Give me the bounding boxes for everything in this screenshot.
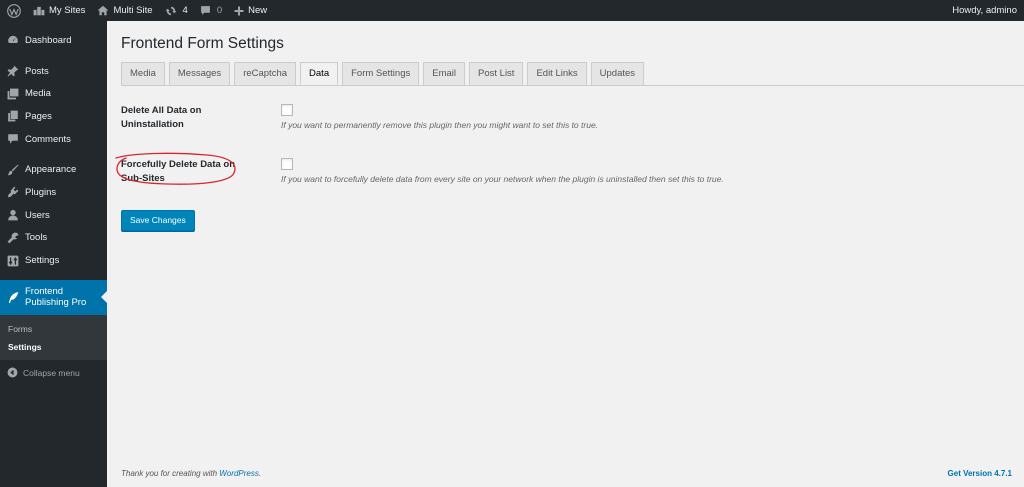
new-label: New [248, 5, 268, 16]
submenu-item-settings[interactable]: Settings [0, 338, 107, 356]
footer-thanks: Thank you for creating with WordPress. [121, 469, 261, 478]
pages-icon [7, 110, 19, 122]
page-title: Frontend Form Settings [121, 35, 284, 52]
sidebar-item-tools[interactable]: Tools [0, 227, 107, 250]
collapse-label: Collapse menu [23, 367, 80, 378]
sidebar-item-label: Settings [25, 255, 60, 267]
sidebar-item-label: Appearance [25, 164, 77, 176]
home-icon [98, 5, 109, 16]
plus-icon [234, 6, 244, 15]
sidebar-item-users[interactable]: Users [0, 204, 107, 227]
sidebar-item-frontend-publishing-pro[interactable]: Frontend Publishing Pro [0, 279, 107, 315]
new-content-menu[interactable]: New [228, 0, 273, 21]
delete-all-data-checkbox[interactable] [281, 104, 293, 116]
site-name-menu[interactable]: Multi Site [91, 0, 158, 21]
sidebar-item-plugins[interactable]: Plugins [0, 181, 107, 204]
wordpress-link[interactable]: WordPress [219, 469, 259, 478]
wrench-icon [7, 232, 19, 244]
sidebar-item-label: Pages [25, 110, 52, 122]
sidebar-item-label: Frontend Publishing Pro [25, 286, 86, 308]
sidebar-item-label: Media [25, 88, 51, 100]
account-menu[interactable]: Howdy, admino [946, 0, 1024, 21]
admin-sidebar: Dashboard Posts Media Pages Comments App… [0, 21, 107, 487]
submenu-item-forms[interactable]: Forms [0, 320, 107, 338]
my-sites-menu[interactable]: My Sites [27, 0, 91, 21]
setting-label-line2: Uninstallation [121, 119, 184, 130]
comment-icon [7, 133, 19, 145]
setting-label-line1: Delete All Data on [121, 105, 202, 116]
sidebar-item-label: Comments [25, 133, 71, 145]
tab-messages[interactable]: Messages [168, 62, 231, 85]
sidebar-item-label: Dashboard [25, 34, 72, 46]
setting-label: Delete All Data on Uninstallation [121, 104, 251, 132]
sidebar-item-dashboard[interactable]: Dashboard [0, 29, 107, 52]
wordpress-logo-icon[interactable] [0, 0, 27, 21]
greeting-text: Howdy, admino [952, 5, 1017, 16]
my-sites-icon [33, 6, 45, 16]
pushpin-icon [7, 65, 19, 77]
tab-media[interactable]: Media [121, 62, 165, 85]
settings-icon [7, 255, 19, 267]
collapse-icon [7, 367, 18, 378]
tab-edit-links[interactable]: Edit Links [527, 62, 587, 85]
sidebar-item-label: Plugins [25, 186, 57, 198]
sidebar-item-pages[interactable]: Pages [0, 105, 107, 128]
updates-icon [165, 6, 176, 15]
sidebar-item-comments[interactable]: Comments [0, 128, 107, 151]
user-icon [7, 209, 19, 221]
save-changes-button[interactable]: Save Changes [121, 210, 195, 231]
submenu: Forms Settings [0, 314, 107, 360]
tab-data[interactable]: Data [300, 62, 339, 85]
quill-icon [7, 291, 19, 303]
sidebar-item-label-line1: Frontend [25, 286, 64, 298]
tab-form-settings[interactable]: Form Settings [342, 62, 420, 85]
collapse-menu-button[interactable]: Collapse menu [0, 362, 107, 384]
site-name-label: Multi Site [113, 5, 153, 16]
tab-email[interactable]: Email [423, 62, 466, 85]
main-content: Frontend Form Settings Media Messages re… [107, 21, 1024, 487]
setting-description: If you want to forcefully delete data fr… [281, 174, 724, 184]
admin-bar: My Sites Multi Site 4 0 New Howdy, admin… [0, 0, 1024, 21]
version-link[interactable]: Get Version 4.7.1 [948, 469, 1012, 478]
sidebar-item-label: Posts [25, 65, 49, 77]
sidebar-item-label: Users [25, 209, 50, 221]
comments-menu[interactable]: 0 [194, 0, 228, 21]
tab-updates[interactable]: Updates [590, 62, 645, 85]
dashboard-icon [7, 34, 19, 46]
sidebar-item-settings[interactable]: Settings [0, 249, 107, 272]
plugin-icon [7, 186, 19, 198]
updates-count: 4 [182, 5, 188, 16]
sidebar-item-media[interactable]: Media [0, 82, 107, 105]
setting-description: If you want to permanently remove this p… [281, 120, 599, 130]
updates-menu[interactable]: 4 [159, 0, 194, 21]
footer-thanks-suffix: . [258, 469, 262, 478]
sidebar-item-posts[interactable]: Posts [0, 60, 107, 83]
tab-post-list[interactable]: Post List [469, 62, 524, 85]
comment-bubble-icon [200, 6, 210, 15]
sidebar-item-appearance[interactable]: Appearance [0, 158, 107, 181]
footer-thanks-prefix: Thank you for creating with [121, 469, 220, 478]
settings-tabs: Media Messages reCaptcha Data Form Setti… [121, 62, 648, 85]
annotation-circle [115, 152, 236, 185]
forcefully-delete-data-checkbox[interactable] [281, 158, 293, 170]
sidebar-item-label: Tools [25, 232, 48, 244]
my-sites-label: My Sites [49, 5, 86, 16]
sidebar-item-label-line2: Publishing Pro [25, 297, 87, 309]
comments-count: 0 [216, 5, 223, 16]
tabs-divider [121, 85, 1024, 86]
paintbrush-icon [7, 164, 19, 176]
media-icon [7, 88, 19, 100]
tab-recaptcha[interactable]: reCaptcha [234, 62, 297, 85]
